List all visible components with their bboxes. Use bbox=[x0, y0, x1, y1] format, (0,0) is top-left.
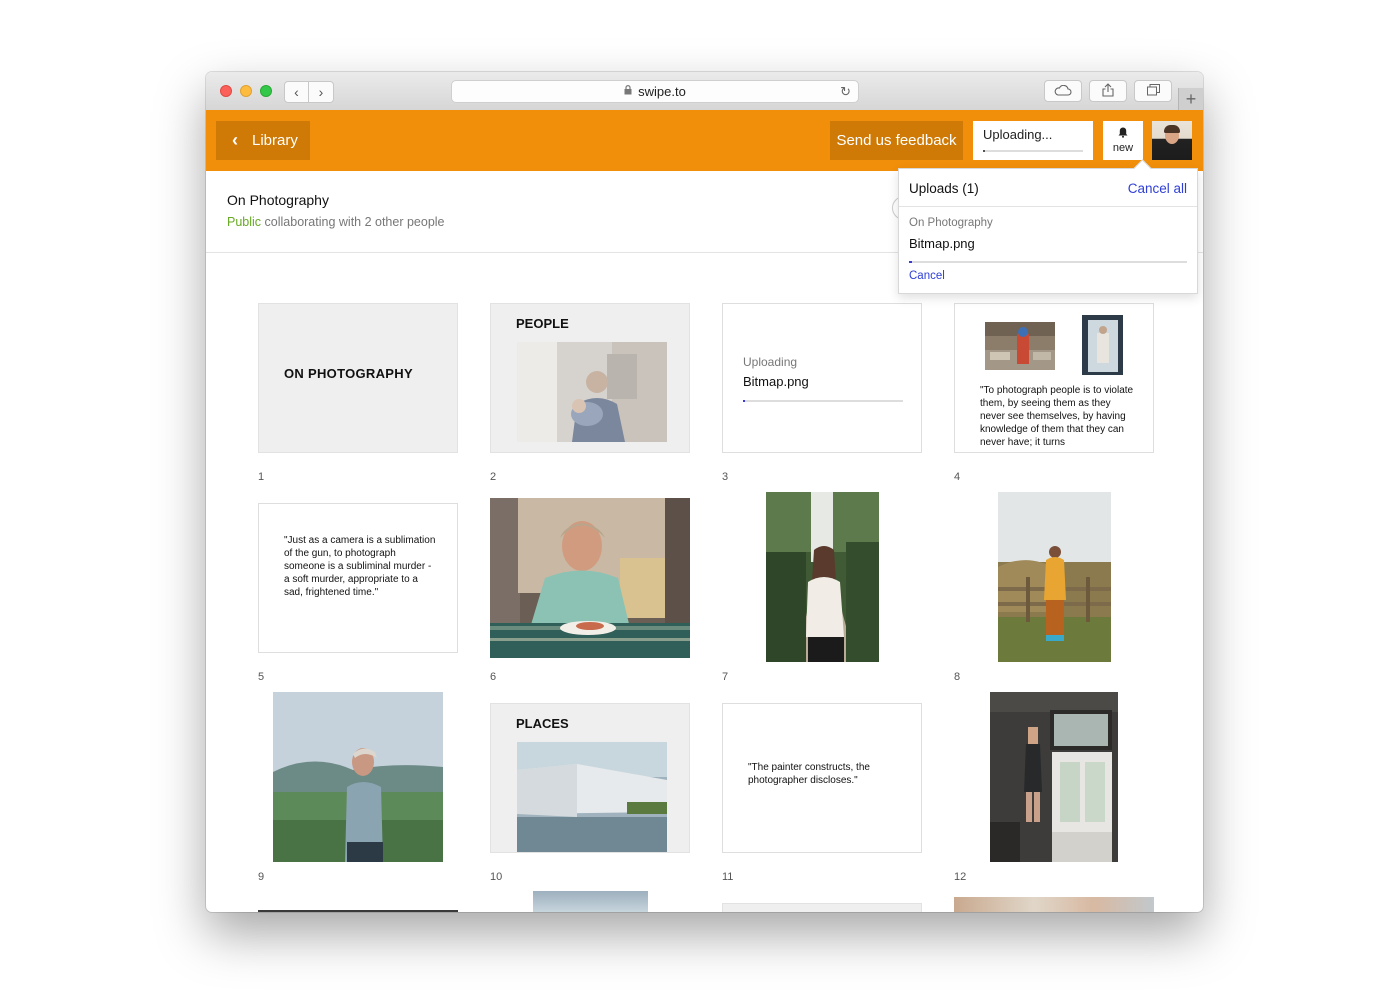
man-eating-photo[interactable] bbox=[490, 498, 690, 658]
cancel-all-link[interactable]: Cancel all bbox=[1128, 181, 1187, 196]
slide-thumbnail-partial[interactable] bbox=[954, 897, 1154, 912]
upload-progress-bar bbox=[909, 261, 1187, 263]
white-wall-photo bbox=[517, 742, 667, 852]
slide-card[interactable]: "The painter constructs, the photographe… bbox=[722, 703, 922, 853]
section-title: PEOPLE bbox=[516, 316, 569, 331]
upload-document-name: On Photography bbox=[909, 217, 993, 229]
library-button[interactable]: ‹ Library bbox=[216, 121, 310, 160]
browser-window: ‹ › swipe.to ↻ + ‹ Library Send us feedb… bbox=[206, 72, 1203, 912]
upload-status-text: Uploading... bbox=[983, 127, 1053, 142]
icloud-tabs-button[interactable] bbox=[1044, 80, 1082, 102]
slide-number: 5 bbox=[258, 671, 265, 683]
address-bar[interactable]: swipe.to ↻ bbox=[451, 80, 859, 103]
close-window-button[interactable] bbox=[220, 85, 232, 97]
app-header: ‹ Library Send us feedback Uploading... … bbox=[206, 110, 1203, 171]
slide-number: 8 bbox=[954, 671, 961, 683]
url-text: swipe.to bbox=[638, 84, 686, 99]
uploading-progress-bar bbox=[743, 400, 903, 402]
slide-grid: ON PHOTOGRAPHY 1 PEOPLE 2 Uploading Bitm… bbox=[206, 253, 1203, 912]
upload-status-indicator[interactable]: Uploading... bbox=[973, 121, 1093, 160]
slide-number: 9 bbox=[258, 871, 265, 883]
share-button[interactable] bbox=[1089, 80, 1127, 102]
slide-card-uploading[interactable]: Uploading Bitmap.png bbox=[722, 303, 922, 453]
visibility-label[interactable]: Public bbox=[227, 215, 261, 229]
divider bbox=[899, 206, 1197, 207]
zoom-window-button[interactable] bbox=[260, 85, 272, 97]
woman-fence-camera-photo[interactable] bbox=[998, 492, 1111, 662]
hanging-figure-door-photo[interactable] bbox=[990, 692, 1118, 862]
minimize-window-button[interactable] bbox=[240, 85, 252, 97]
slide-card[interactable]: PEOPLE bbox=[490, 303, 690, 453]
slide-thumbnail-partial[interactable] bbox=[258, 910, 458, 912]
slide-number: 4 bbox=[954, 471, 961, 483]
notifications-label: new bbox=[1112, 142, 1134, 154]
show-tabs-button[interactable] bbox=[1134, 80, 1172, 102]
collaboration-text: collaborating with 2 other people bbox=[264, 215, 445, 229]
slide-thumbnail-partial[interactable] bbox=[722, 903, 922, 912]
man-holding-baby-photo bbox=[517, 342, 667, 442]
browser-toolbar: ‹ › swipe.to ↻ + bbox=[206, 72, 1203, 111]
slide-number: 12 bbox=[954, 871, 967, 883]
cloud-icon bbox=[1054, 84, 1072, 99]
send-feedback-button[interactable]: Send us feedback bbox=[830, 121, 963, 160]
uploading-label: Uploading bbox=[743, 355, 798, 369]
section-title: PLACES bbox=[516, 716, 569, 731]
market-woman-photo bbox=[985, 322, 1055, 370]
slide-quote-text: "The painter constructs, the photographe… bbox=[748, 762, 870, 786]
slide-number: 1 bbox=[258, 471, 265, 483]
chevron-right-icon: › bbox=[318, 84, 324, 100]
uploads-popover: Uploads (1) Cancel all On Photography Bi… bbox=[898, 159, 1198, 294]
slide-number: 11 bbox=[722, 871, 734, 883]
reload-icon[interactable]: ↻ bbox=[840, 84, 851, 100]
back-button[interactable]: ‹ bbox=[284, 81, 309, 103]
old-man-hills-photo[interactable] bbox=[273, 692, 443, 862]
upload-status-progress bbox=[983, 150, 1083, 152]
slide-number: 6 bbox=[490, 671, 497, 683]
plus-icon: + bbox=[1185, 88, 1197, 109]
tabs-icon bbox=[1146, 83, 1160, 99]
library-label: Library bbox=[252, 132, 298, 149]
lock-icon bbox=[624, 85, 632, 98]
slide-number: 10 bbox=[490, 871, 503, 883]
bell-icon bbox=[1118, 127, 1128, 140]
slide-title-text: ON PHOTOGRAPHY bbox=[284, 366, 413, 381]
slide-number: 3 bbox=[722, 471, 729, 483]
slide-card[interactable]: "To photograph people is to violate them… bbox=[954, 303, 1154, 453]
document-title: On Photography bbox=[227, 192, 329, 208]
upload-file-name: Bitmap.png bbox=[909, 236, 975, 251]
uploading-filename: Bitmap.png bbox=[743, 374, 809, 389]
slide-quote-text: "To photograph people is to violate them… bbox=[980, 385, 1134, 448]
document-subtitle: Public collaborating with 2 other people bbox=[227, 215, 445, 229]
chevron-left-icon: ‹ bbox=[294, 84, 299, 100]
notifications-button[interactable]: new bbox=[1103, 121, 1143, 160]
slide-thumbnail-partial[interactable] bbox=[533, 891, 648, 912]
slide-card[interactable]: ON PHOTOGRAPHY bbox=[258, 303, 458, 453]
slide-number: 2 bbox=[490, 471, 497, 483]
uploads-title: Uploads (1) bbox=[909, 181, 979, 196]
forward-button[interactable]: › bbox=[309, 81, 334, 103]
slide-number: 7 bbox=[722, 671, 729, 683]
slide-card[interactable]: PLACES bbox=[490, 703, 690, 853]
doorway-figure-photo bbox=[1082, 315, 1123, 375]
user-avatar[interactable] bbox=[1152, 121, 1192, 160]
new-tab-button[interactable]: + bbox=[1178, 88, 1203, 110]
slide-card[interactable]: "Just as a camera is a sublimation of th… bbox=[258, 503, 458, 653]
slide-quote-text: "Just as a camera is a sublimation of th… bbox=[284, 535, 436, 598]
cancel-upload-link[interactable]: Cancel bbox=[909, 270, 945, 282]
share-icon bbox=[1102, 82, 1114, 100]
woman-forest-road-photo[interactable] bbox=[766, 492, 879, 662]
history-nav: ‹ › bbox=[284, 81, 336, 103]
chevron-left-icon: ‹ bbox=[232, 130, 238, 150]
